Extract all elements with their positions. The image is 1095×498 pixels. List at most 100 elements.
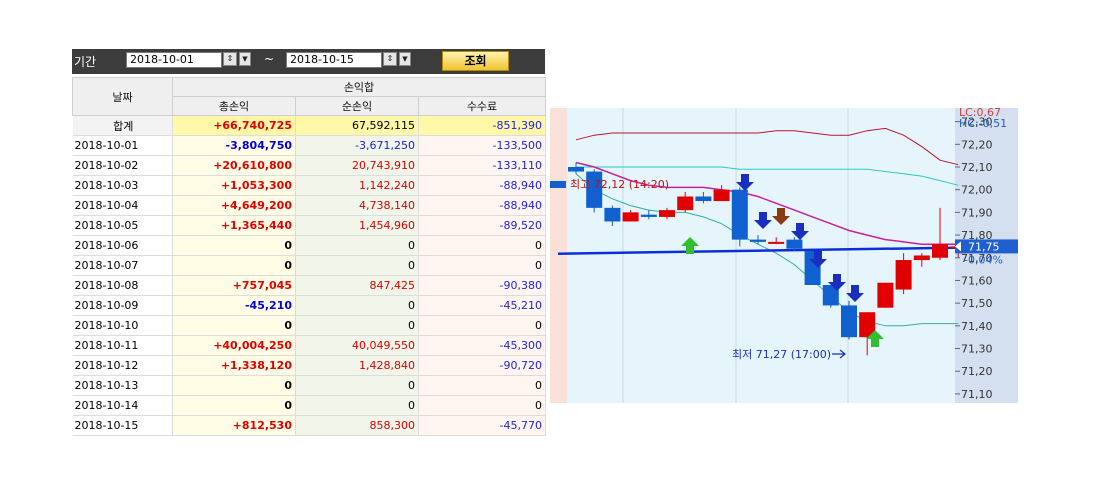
candle-body bbox=[568, 167, 584, 172]
start-date-spinner[interactable]: ⇕ bbox=[223, 52, 237, 66]
start-date-field[interactable]: 2018-10-01 bbox=[126, 52, 222, 68]
header-date: 날짜 bbox=[72, 77, 173, 116]
row-total-pnl: -45,210 bbox=[172, 295, 296, 316]
row-fee: -45,770 bbox=[418, 415, 547, 436]
row-total-pnl: 0 bbox=[172, 315, 296, 336]
table-row[interactable]: 2018-10-05 +1,365,440 1,454,960 -89,520 bbox=[72, 215, 547, 236]
row-fee: 0 bbox=[418, 395, 547, 416]
row-fee: -133,500 bbox=[418, 135, 547, 156]
end-date-field[interactable]: 2018-10-15 bbox=[286, 52, 382, 68]
current-change-label: -0,04% bbox=[964, 253, 1003, 266]
table-row[interactable]: 2018-10-11 +40,004,250 40,049,550 -45,300 bbox=[72, 335, 547, 356]
row-date: 2018-10-14 bbox=[72, 395, 173, 416]
row-net-pnl: 1,142,240 bbox=[295, 175, 419, 196]
row-fee: -89,520 bbox=[418, 215, 547, 236]
candle-body bbox=[604, 207, 621, 222]
query-button[interactable]: 조회 bbox=[442, 51, 509, 71]
row-net-pnl: 4,738,140 bbox=[295, 195, 419, 216]
row-net-pnl: 0 bbox=[295, 375, 419, 396]
header-net-pnl: 순손익 bbox=[295, 96, 419, 116]
row-fee: 0 bbox=[418, 255, 547, 276]
table-row[interactable]: 2018-10-10 0 0 0 bbox=[72, 315, 547, 336]
table-row[interactable]: 2018-10-06 0 0 0 bbox=[72, 235, 547, 256]
row-total-pnl: +812,530 bbox=[172, 415, 296, 436]
table-row[interactable]: 2018-10-14 0 0 0 bbox=[72, 395, 547, 416]
row-total-pnl: 0 bbox=[172, 235, 296, 256]
row-net-pnl: 0 bbox=[295, 295, 419, 316]
row-fee: 0 bbox=[418, 235, 547, 256]
period-label: 기간 bbox=[74, 55, 97, 69]
table-row[interactable]: 2018-10-08 +757,045 847,425 -90,380 bbox=[72, 275, 547, 296]
candle-body bbox=[750, 239, 766, 242]
table-row[interactable]: 2018-10-03 +1,053,300 1,142,240 -88,940 bbox=[72, 175, 547, 196]
table-row[interactable]: 2018-10-01 -3,804,750 -3,671,250 -133,500 bbox=[72, 135, 547, 156]
table-row[interactable]: 2018-10-13 0 0 0 bbox=[72, 375, 547, 396]
session-shade bbox=[550, 108, 567, 403]
row-total-pnl: +757,045 bbox=[172, 275, 296, 296]
y-tick-label: 71,60 bbox=[961, 274, 993, 287]
candle-body bbox=[659, 210, 675, 217]
end-date-dropdown[interactable]: ▼ bbox=[399, 52, 411, 66]
row-date: 2018-10-13 bbox=[72, 375, 173, 396]
y-tick-label: 71,40 bbox=[961, 320, 993, 333]
row-total-pnl: +1,338,120 bbox=[172, 355, 296, 376]
table-row[interactable]: 2018-10-07 0 0 0 bbox=[72, 255, 547, 276]
start-date-dropdown[interactable]: ▼ bbox=[239, 52, 251, 66]
y-tick-label: 71,90 bbox=[961, 206, 993, 219]
table-row[interactable]: 2018-10-02 +20,610,800 20,743,910 -133,110 bbox=[72, 155, 547, 176]
row-net-pnl: -3,671,250 bbox=[295, 135, 419, 156]
candle-body bbox=[622, 212, 639, 222]
candle-body bbox=[768, 241, 785, 244]
row-date: 2018-10-10 bbox=[72, 315, 173, 336]
table-body: 합계 +66,740,725 67,592,115 -851,390 2018-… bbox=[72, 115, 547, 436]
end-date-spinner[interactable]: ⇕ bbox=[383, 52, 397, 66]
table-row[interactable]: 2018-10-09 -45,210 0 -45,210 bbox=[72, 295, 547, 316]
candle-body bbox=[913, 255, 930, 261]
row-date: 2018-10-15 bbox=[72, 415, 173, 436]
candle-body bbox=[786, 239, 803, 249]
candle-body bbox=[695, 196, 712, 202]
hc-label: HC:-0,51 bbox=[959, 117, 1007, 130]
y-tick-label: 71,30 bbox=[961, 343, 993, 356]
high-marker bbox=[550, 181, 566, 188]
summary-row[interactable]: 합계 +66,740,725 67,592,115 -851,390 bbox=[72, 115, 547, 136]
pnl-table: 날짜 손익합 총손익 순손익 수수료 합계 +66,740,725 67,592… bbox=[72, 77, 547, 436]
y-tick-label: 72,00 bbox=[961, 184, 993, 197]
row-date: 2018-10-02 bbox=[72, 155, 173, 176]
row-total-pnl: 0 bbox=[172, 375, 296, 396]
header-pnl-group: 손익합 bbox=[171, 77, 547, 97]
row-net-pnl: 40,049,550 bbox=[295, 335, 419, 356]
row-fee: 0 bbox=[418, 375, 547, 396]
row-date: 2018-10-03 bbox=[72, 175, 173, 196]
row-total-pnl: +1,365,440 bbox=[172, 215, 296, 236]
summary-label: 합계 bbox=[72, 115, 173, 136]
y-tick-label: 72,20 bbox=[961, 138, 993, 151]
candle-body bbox=[895, 260, 912, 290]
table-row[interactable]: 2018-10-12 +1,338,120 1,428,840 -90,720 bbox=[72, 355, 547, 376]
row-date: 2018-10-01 bbox=[72, 135, 173, 156]
row-total-pnl: 0 bbox=[172, 395, 296, 416]
candlestick-chart-svg[interactable]: 72,3072,2072,1072,0071,9071,8071,7071,60… bbox=[550, 108, 1018, 403]
high-price-annotation: 최고 72,12 (14:20) bbox=[570, 178, 669, 191]
candle-body bbox=[932, 244, 948, 258]
row-fee: -133,110 bbox=[418, 155, 547, 176]
row-date: 2018-10-05 bbox=[72, 215, 173, 236]
row-fee: -88,940 bbox=[418, 175, 547, 196]
query-toolbar: 기간 2018-10-01 ⇕ ▼ ~ 2018-10-15 ⇕ ▼ 조회 bbox=[72, 49, 545, 74]
table-row[interactable]: 2018-10-04 +4,649,200 4,738,140 -88,940 bbox=[72, 195, 547, 216]
y-tick-label: 72,10 bbox=[961, 161, 993, 174]
row-date: 2018-10-09 bbox=[72, 295, 173, 316]
candle-body bbox=[640, 214, 657, 217]
candle-body bbox=[677, 196, 694, 211]
header-total-pnl: 총손익 bbox=[172, 96, 296, 116]
row-fee: -90,380 bbox=[418, 275, 547, 296]
row-net-pnl: 1,428,840 bbox=[295, 355, 419, 376]
summary-total-pnl: +66,740,725 bbox=[172, 115, 296, 136]
table-row[interactable]: 2018-10-15 +812,530 858,300 -45,770 bbox=[72, 415, 547, 436]
price-chart[interactable]: 72,30 72,20 72,10 72,00 71,90 71,80 71,70 71,60… bbox=[550, 108, 1018, 403]
row-net-pnl: 20,743,910 bbox=[295, 155, 419, 176]
row-total-pnl: -3,804,750 bbox=[172, 135, 296, 156]
date-range-separator: ~ bbox=[264, 52, 275, 66]
row-net-pnl: 0 bbox=[295, 235, 419, 256]
row-date: 2018-10-11 bbox=[72, 335, 173, 356]
